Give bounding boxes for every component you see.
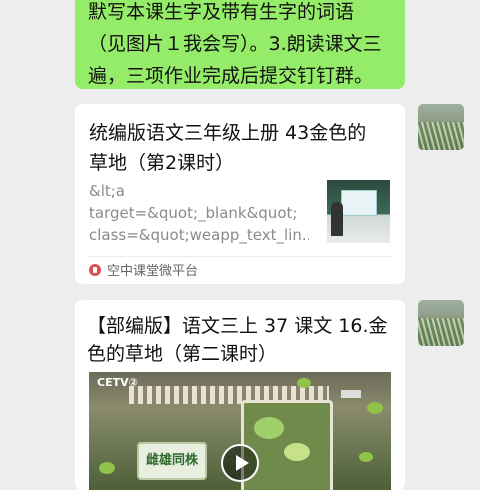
text-message-bubble[interactable]: 默写本课生字及带有生字的词语 （见图片１我会写）。3.朗读课文三 遍，三项作业完…: [75, 0, 405, 89]
card-source[interactable]: 空中课堂微平台: [89, 262, 198, 282]
card-title: 【部编版】语文三上 37 课文 16.金 色的草地（第二课时）: [87, 312, 397, 368]
card-title-line: 【部编版】语文三上 37 课文 16.金: [87, 315, 388, 337]
corner-badge: [341, 390, 361, 398]
play-icon[interactable]: [221, 444, 259, 482]
card-title: 统编版语文三年级上册 43金色的 草地（第2课时）: [89, 118, 389, 178]
video-sign: 雌雄同株: [137, 442, 207, 480]
description-line: class=&quot;weapp_text_lin...: [89, 226, 309, 244]
card-title-line: 草地（第2课时）: [89, 152, 235, 174]
avatar[interactable]: [418, 300, 464, 346]
card-thumbnail: [327, 180, 390, 243]
description-line: &lt;a: [89, 182, 125, 200]
avatar[interactable]: [418, 104, 464, 150]
divider: [89, 256, 391, 257]
message-line: （见图片１我会写）。3.朗读课文三: [88, 33, 382, 55]
mini-program-card[interactable]: 统编版语文三年级上册 43金色的 草地（第2课时） &lt;a target=&…: [75, 104, 405, 284]
card-title-line: 统编版语文三年级上册 43金色的: [89, 122, 367, 144]
description-line: target=&quot;_blank&quot;: [89, 204, 298, 222]
card-description: &lt;a target=&quot;_blank&quot; class=&q…: [89, 180, 309, 246]
video-card[interactable]: 【部编版】语文三上 37 课文 16.金 色的草地（第二课时） CETV② 雌雄…: [75, 300, 405, 490]
illustration-frame: [241, 400, 333, 490]
message-line: 默写本课生字及带有生字的词语: [88, 1, 355, 23]
platform-logo-icon: [89, 264, 101, 276]
card-title-line: 色的草地（第二课时）: [87, 343, 278, 365]
video-thumbnail[interactable]: CETV② 雌雄同株: [89, 372, 391, 490]
message-line: 遍，三项作业完成后提交钉钉群。: [88, 65, 374, 87]
channel-logo: CETV②: [97, 376, 138, 389]
source-label: 空中课堂微平台: [107, 264, 199, 279]
